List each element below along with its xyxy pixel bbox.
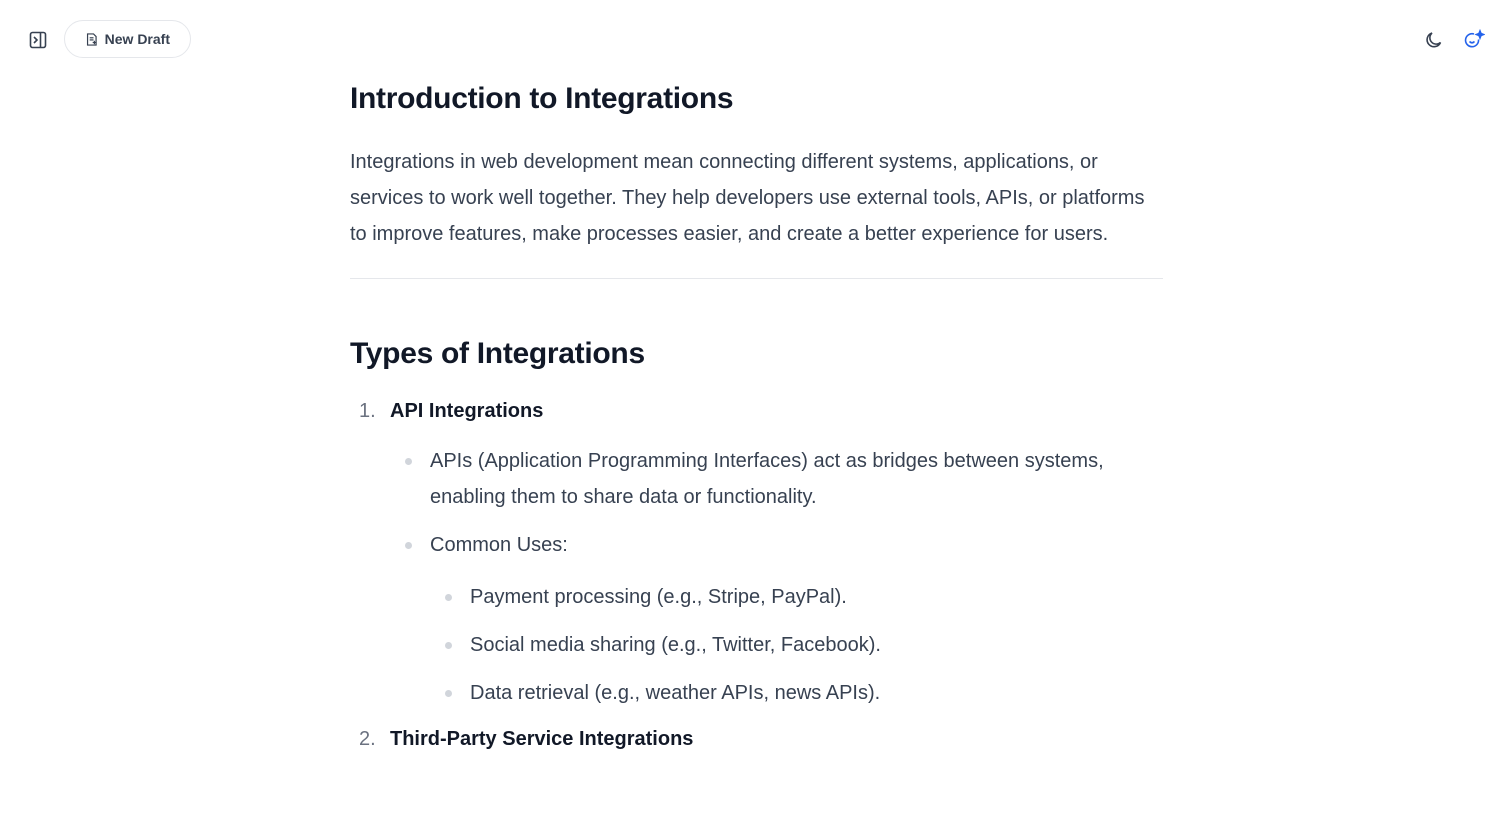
bullet-list: APIs (Application Programming Interfaces… <box>350 443 1163 711</box>
sub-bullet-item: Data retrieval (e.g., weather APIs, news… <box>445 675 1163 711</box>
document-editor[interactable]: Introduction to Integrations Integration… <box>350 78 1163 755</box>
theme-toggle-button[interactable] <box>1419 25 1449 55</box>
intro-paragraph: Integrations in web development mean con… <box>350 151 1145 245</box>
types-heading: Types of Integrations <box>350 337 645 370</box>
list-item: 1. API Integrations APIs (Application Pr… <box>350 395 1163 711</box>
sub-bullet-item: Payment processing (e.g., Stripe, PayPal… <box>445 579 1163 615</box>
sidebar-toggle-icon <box>29 31 47 49</box>
moon-icon <box>1426 32 1442 48</box>
top-toolbar: New Draft <box>0 0 1512 80</box>
bullet-item: Common Uses: Payment processing (e.g., S… <box>405 527 1163 711</box>
integration-types-list: 1. API Integrations APIs (Application Pr… <box>350 395 1163 755</box>
new-draft-label: New Draft <box>104 31 170 47</box>
new-draft-button[interactable]: New Draft <box>64 20 191 58</box>
bullet-text: Common Uses: <box>430 534 568 556</box>
section-divider <box>350 278 1163 279</box>
intro-heading: Introduction to Integrations <box>350 82 734 115</box>
sidebar-toggle-button[interactable] <box>23 25 53 55</box>
ai-assistant-button[interactable] <box>1459 25 1489 55</box>
list-number: 1. <box>359 400 376 422</box>
bullet-item: APIs (Application Programming Interfaces… <box>405 443 1163 515</box>
ai-sparkle-icon <box>1464 29 1485 48</box>
sub-bullet-item: Social media sharing (e.g., Twitter, Fac… <box>445 627 1163 663</box>
new-document-icon <box>86 32 97 46</box>
list-item-title: API Integrations <box>390 400 544 422</box>
list-item: 2. Third-Party Service Integrations <box>350 723 1163 755</box>
sub-bullet-list: Payment processing (e.g., Stripe, PayPal… <box>430 579 1163 711</box>
list-number: 2. <box>359 728 376 750</box>
list-item-title: Third-Party Service Integrations <box>390 728 694 750</box>
